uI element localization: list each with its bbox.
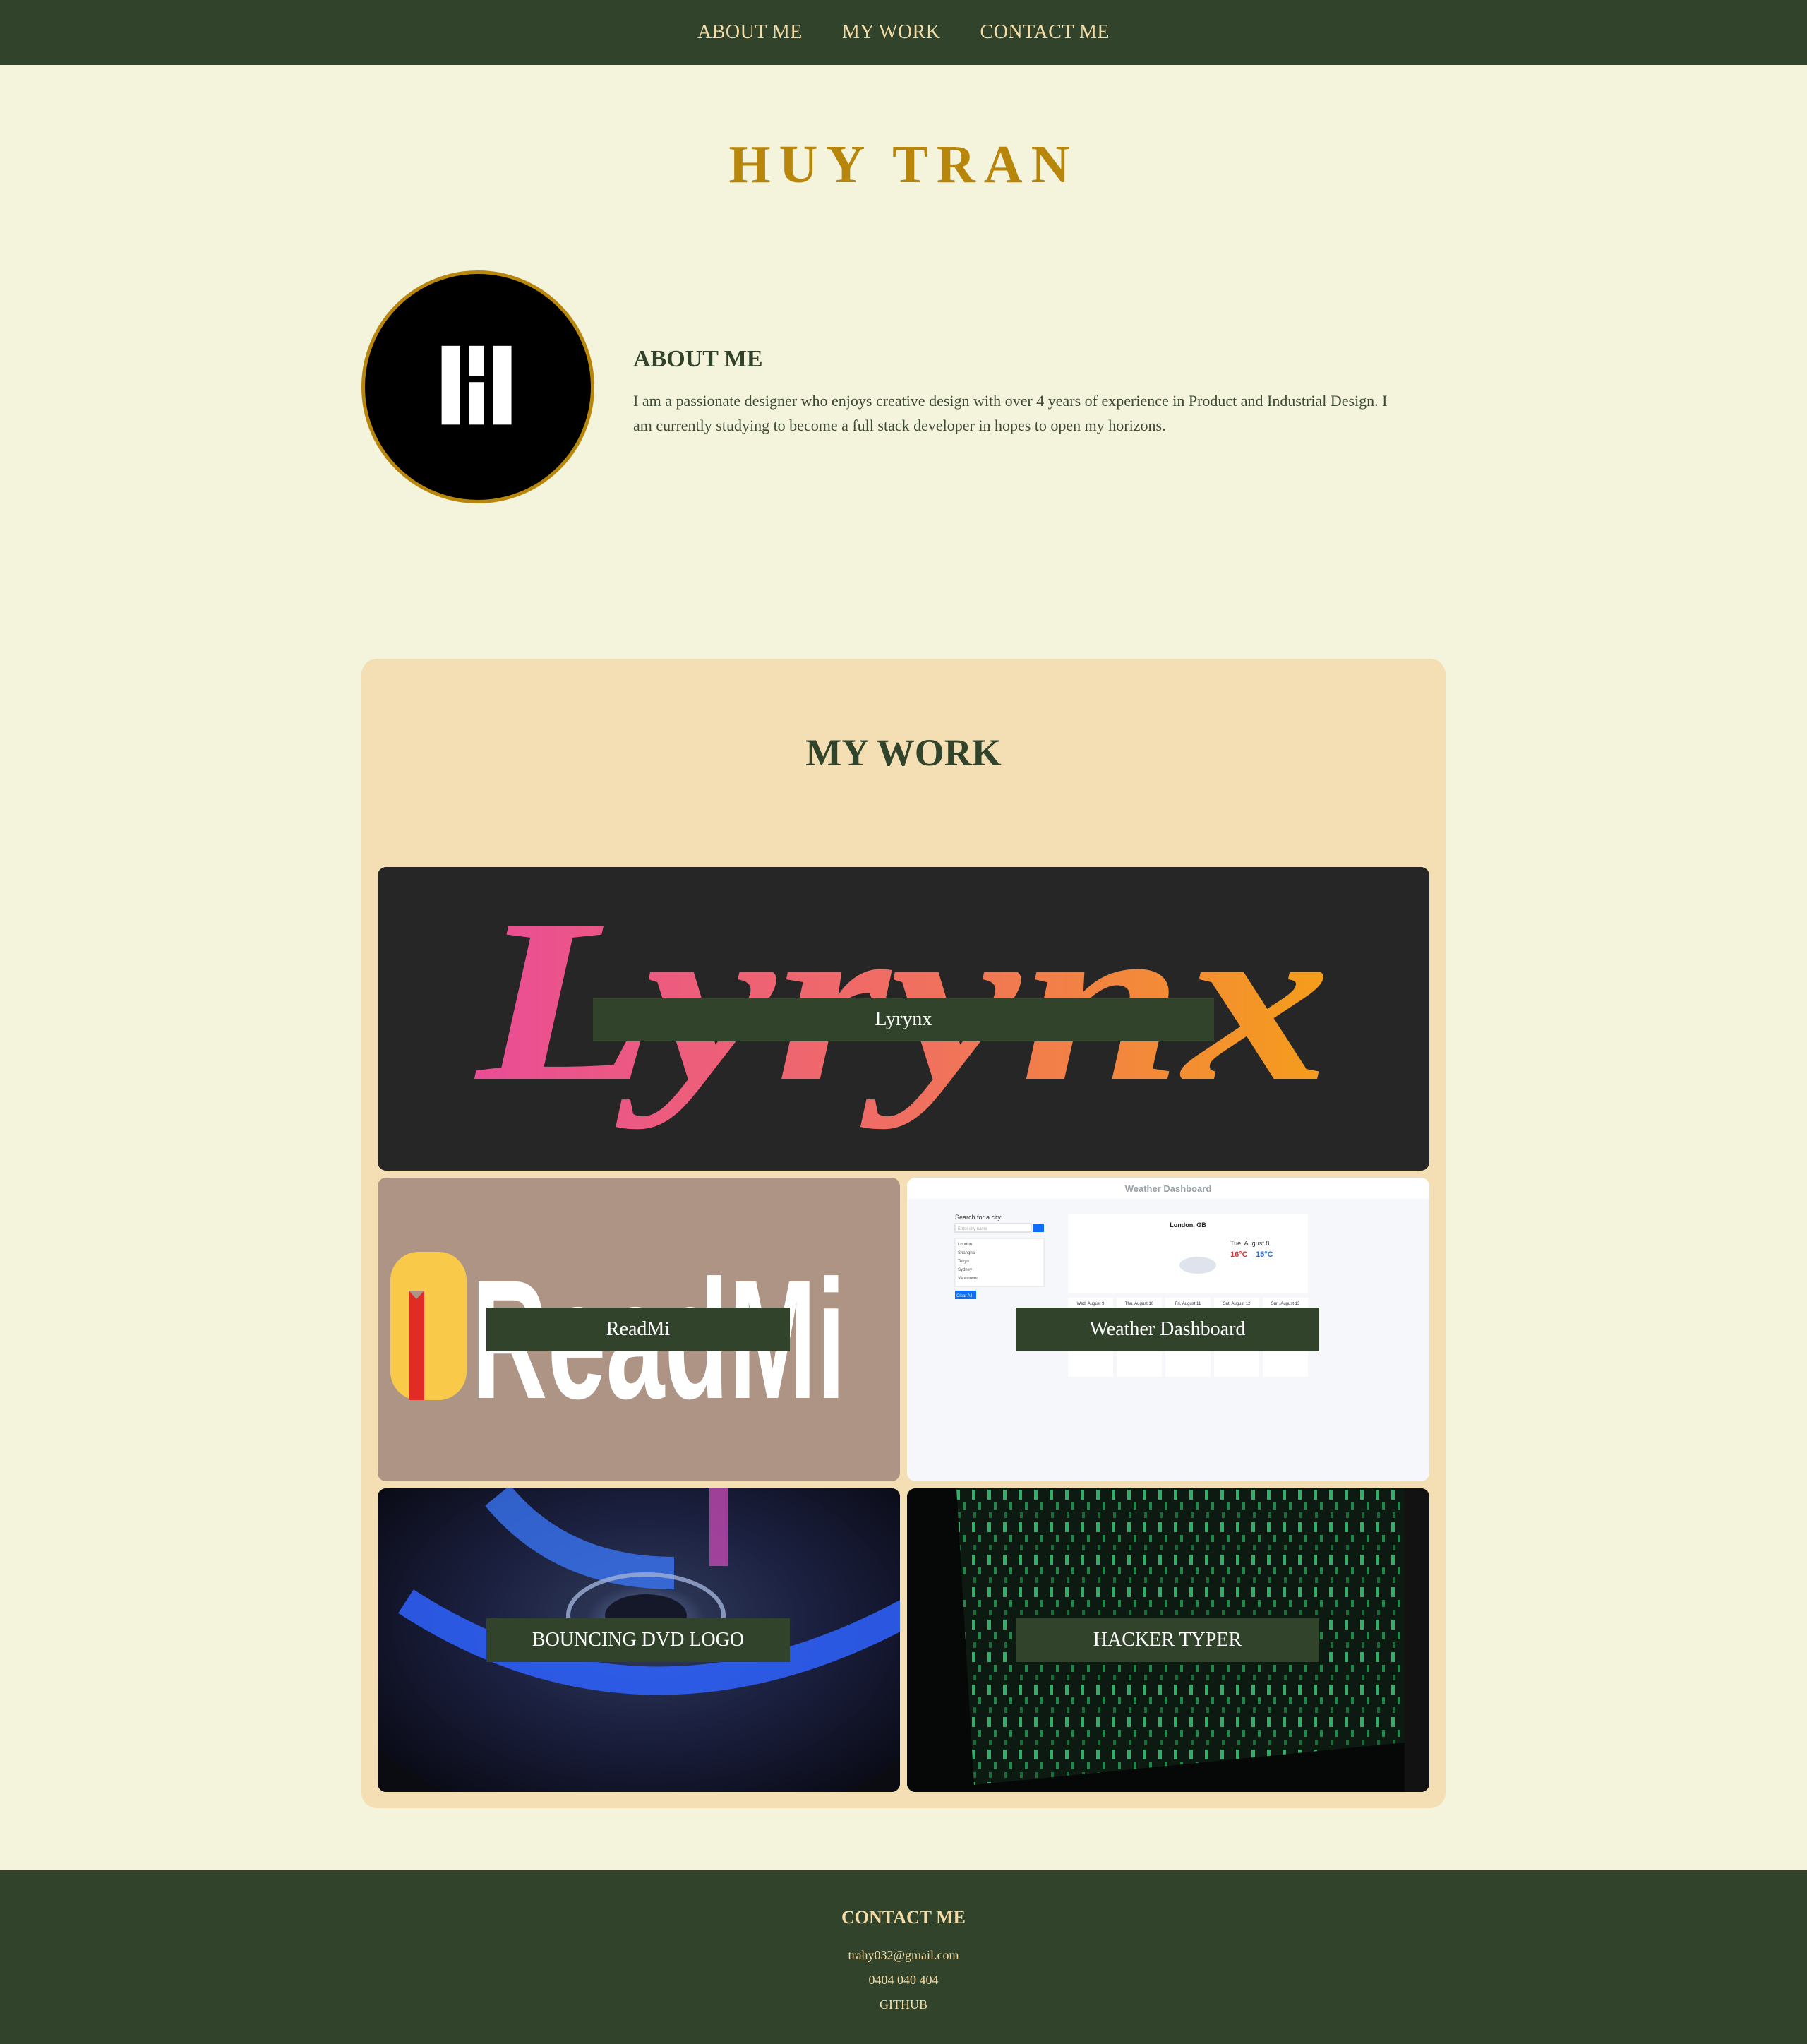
monogram-logo-icon <box>441 345 512 425</box>
weather-current-date: Tue, August 8 <box>1230 1240 1269 1247</box>
project-label-lyrynx: Lyrynx <box>593 998 1214 1041</box>
weather-search-label: Search for a city: <box>955 1214 1003 1221</box>
nav-contact-me[interactable]: CONTACT ME <box>980 21 1110 44</box>
weather-current-city: London, GB <box>1170 1221 1206 1229</box>
project-card-weather-dashboard[interactable]: Weather Dashboard Search for a city: Ent… <box>907 1178 1429 1481</box>
weather-search-placeholder: Enter city name <box>958 1227 987 1231</box>
about-heading: ABOUT ME <box>633 346 763 372</box>
weather-forecast-day: Sun, August 13 <box>1271 1302 1300 1306</box>
weather-city-item: Vancouver <box>958 1277 978 1281</box>
project-label-readmi: ReadMi <box>486 1308 790 1351</box>
footer-email-link[interactable]: trahy032@gmail.com <box>0 1948 1807 1963</box>
project-card-bouncing-dvd-logo[interactable]: BOUNCING DVD LOGO <box>378 1488 900 1792</box>
work-heading: MY WORK <box>805 731 1002 774</box>
weather-forecast-day: Thu, August 10 <box>1125 1302 1154 1306</box>
weather-forecast-day: Fri, August 11 <box>1175 1302 1201 1306</box>
project-label-hacker-typer: HACKER TYPER <box>1016 1618 1319 1662</box>
weather-temp-low: 15°C <box>1256 1250 1273 1259</box>
weather-app-title: Weather Dashboard <box>1125 1183 1212 1194</box>
weather-city-item: Tokyo <box>958 1260 969 1264</box>
about-text: I am a passionate designer who enjoys cr… <box>633 392 1388 434</box>
weather-city-item: Shanghai <box>958 1251 975 1255</box>
footer: CONTACT ME trahy032@gmail.com 0404 040 4… <box>0 1870 1807 2044</box>
avatar <box>361 270 594 503</box>
weather-city-item: London <box>958 1243 972 1247</box>
nav-my-work[interactable]: MY WORK <box>842 21 941 44</box>
footer-heading: CONTACT ME <box>841 1907 966 1928</box>
weather-forecast-day: Sat, August 12 <box>1223 1302 1251 1306</box>
weather-clear-button: Clear All <box>956 1294 972 1298</box>
project-label-bouncing-dvd-logo: BOUNCING DVD LOGO <box>486 1618 790 1662</box>
project-card-readmi[interactable]: ReadMi ReadMi <box>378 1178 900 1481</box>
footer-github-link[interactable]: GITHUB <box>0 1997 1807 2012</box>
project-card-hacker-typer[interactable]: HACKER TYPER <box>907 1488 1429 1792</box>
project-label-weather-dashboard: Weather Dashboard <box>1016 1308 1319 1351</box>
nav-about-me[interactable]: ABOUT ME <box>697 21 803 44</box>
top-nav: ABOUT ME MY WORK CONTACT ME <box>0 0 1807 65</box>
project-card-lyrynx[interactable]: Lyrynx Lyrynx <box>378 867 1429 1171</box>
weather-forecast-day: Wed, August 9 <box>1077 1302 1105 1306</box>
footer-phone-link[interactable]: 0404 040 404 <box>0 1973 1807 1988</box>
weather-temp-high: 16°C <box>1230 1250 1248 1259</box>
site-title: HUY TRAN <box>728 135 1079 194</box>
weather-city-item: Sydney <box>958 1268 972 1272</box>
